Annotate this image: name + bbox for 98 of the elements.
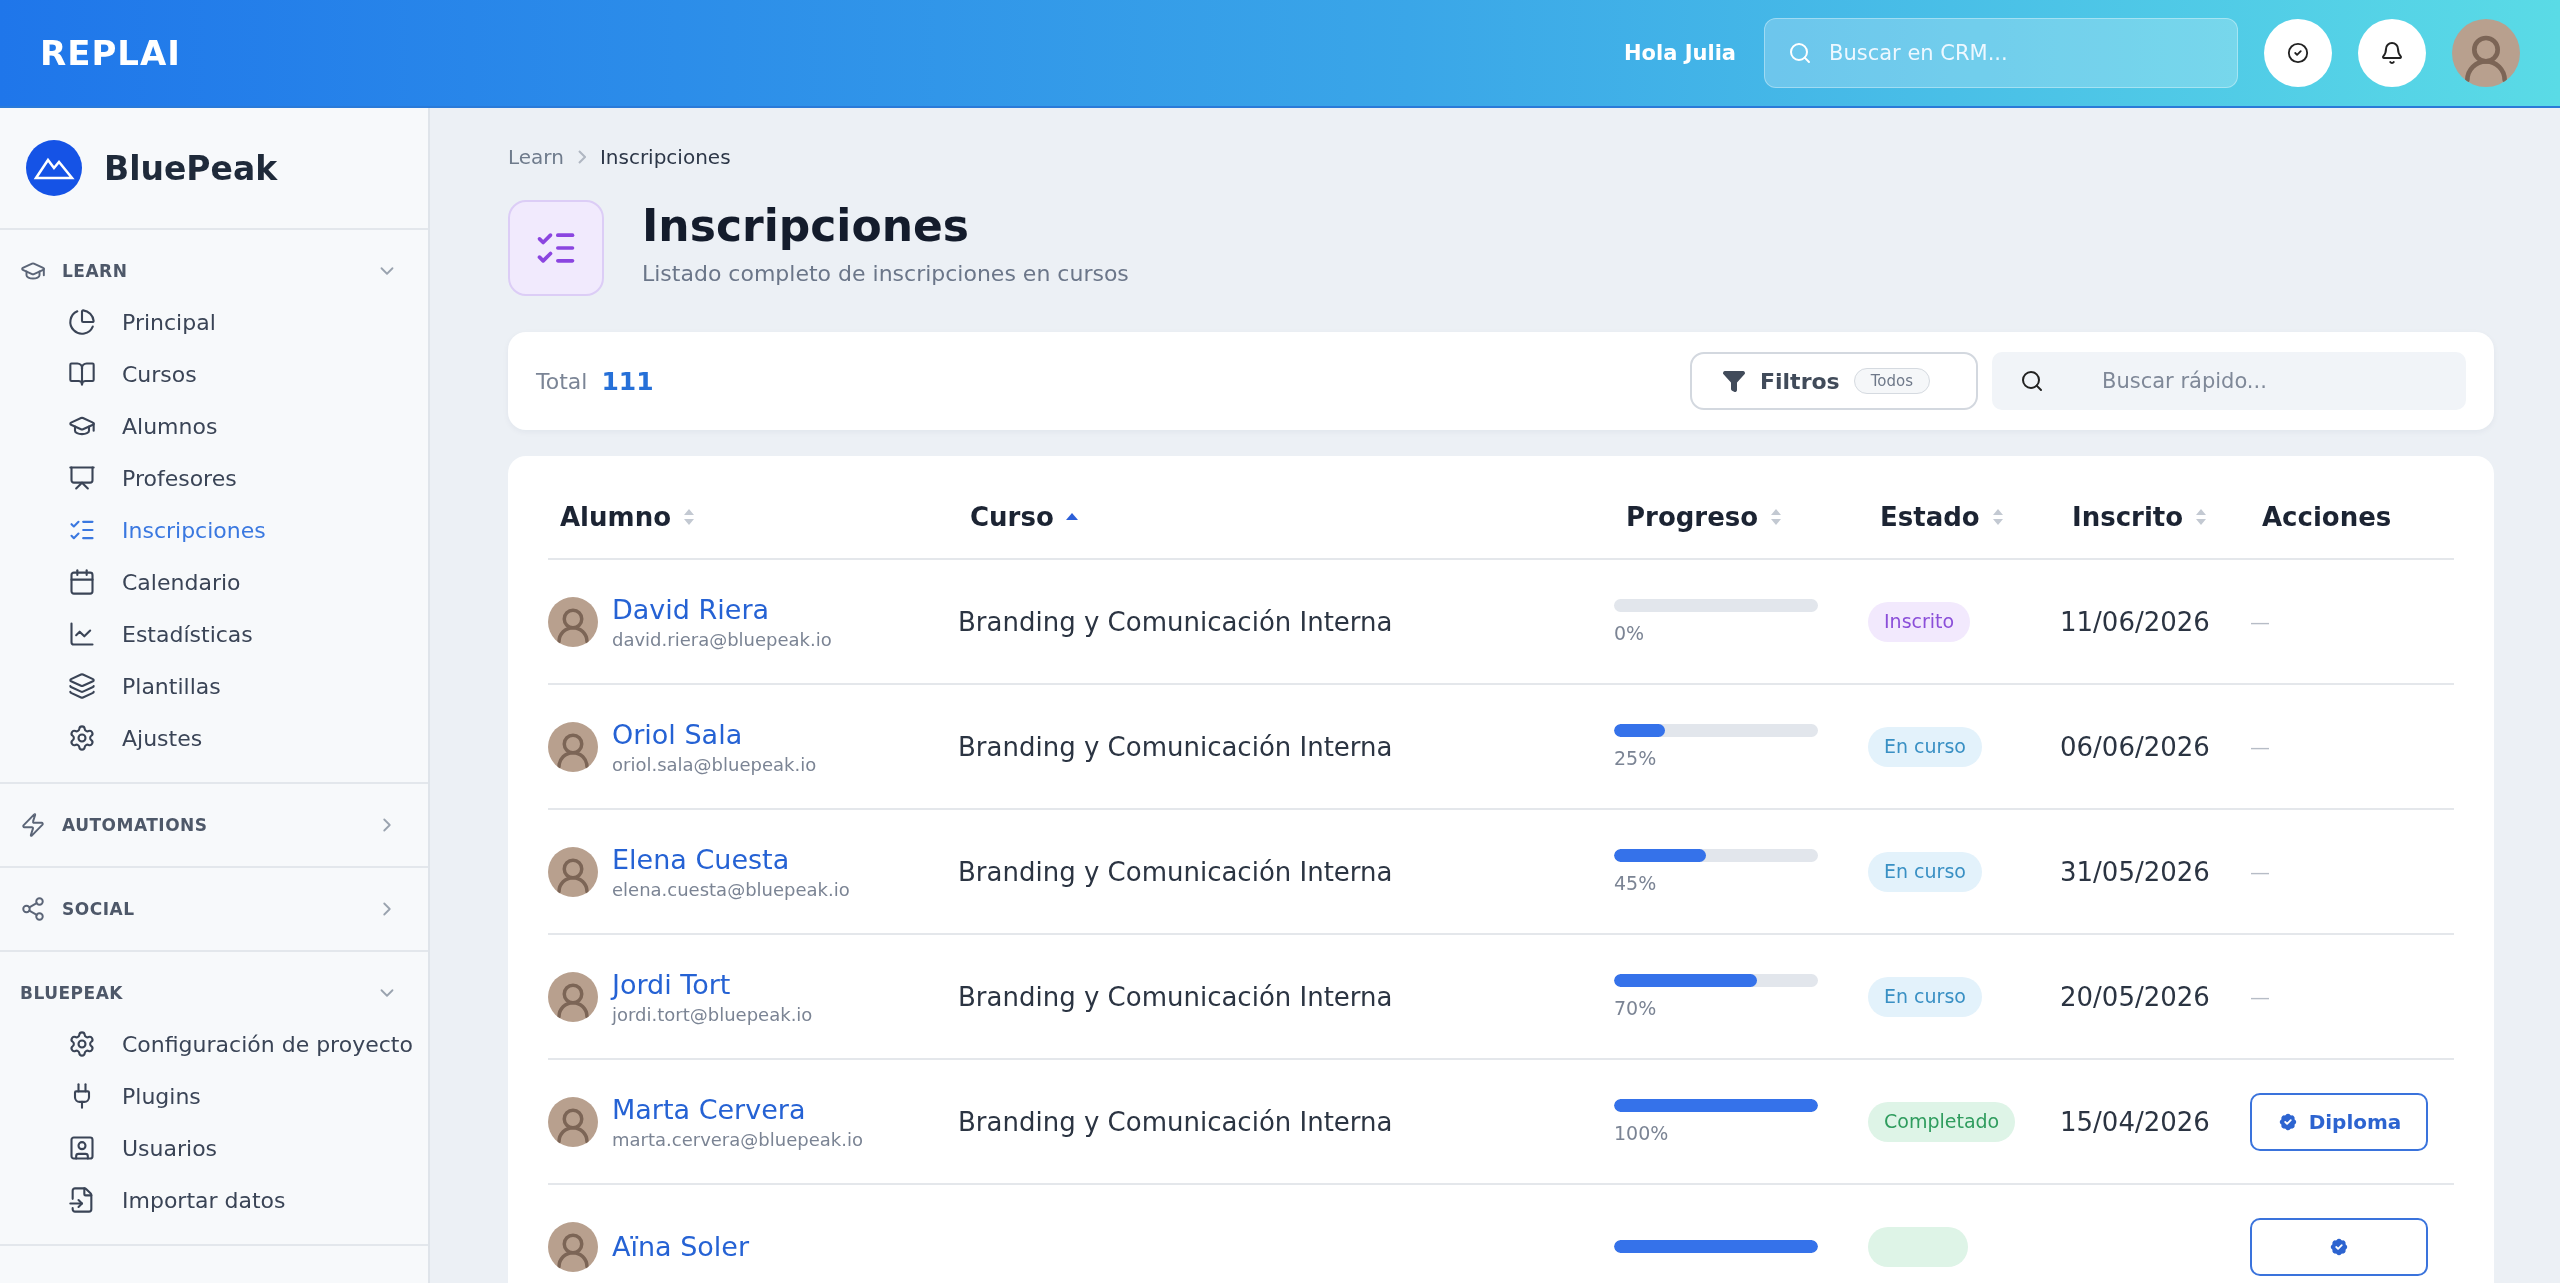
section-title[interactable]: AUTOMATIONS bbox=[62, 815, 360, 835]
sidebar-item[interactable]: Ajustes bbox=[0, 712, 428, 764]
avatar bbox=[548, 1096, 598, 1147]
check-circle-icon bbox=[2287, 42, 2309, 64]
sidebar-item[interactable]: Alumnos bbox=[0, 400, 428, 452]
pie-chart-icon bbox=[68, 308, 96, 336]
filter-icon bbox=[1722, 369, 1746, 393]
greeting: Hola Julia bbox=[1624, 41, 1736, 65]
no-action: — bbox=[2250, 984, 2270, 1009]
presentation-icon bbox=[68, 464, 96, 492]
avatar bbox=[548, 596, 598, 647]
student-name[interactable]: Elena Cuesta bbox=[612, 843, 850, 875]
quick-search-field[interactable]: Buscar rápido... bbox=[1992, 352, 2466, 410]
progress-percent: 25% bbox=[1614, 747, 1658, 769]
progress-percent: 100% bbox=[1614, 1122, 1670, 1144]
sidebar-item[interactable]: Usuarios bbox=[0, 1122, 428, 1174]
layers-icon bbox=[68, 672, 96, 700]
enrolled-date: 11/06/2026 bbox=[2060, 606, 2210, 637]
column-header[interactable]: Alumno bbox=[560, 502, 671, 532]
student-email: marta.cervera@bluepeak.io bbox=[612, 1128, 863, 1150]
column-header[interactable]: Inscrito bbox=[2072, 502, 2184, 532]
progress-percent: 45% bbox=[1614, 872, 1658, 894]
section-title[interactable]: LEARN bbox=[62, 261, 360, 281]
column-header[interactable]: Acciones bbox=[2262, 502, 2392, 532]
enrolled-date: 15/04/2026 bbox=[2060, 1106, 2210, 1137]
sidebar-item[interactable]: Inscripciones bbox=[0, 504, 428, 556]
breadcrumb-current: Inscripciones bbox=[599, 145, 731, 169]
enrolled-date: 20/05/2026 bbox=[2060, 981, 2210, 1012]
student-name[interactable]: Oriol Sala bbox=[612, 718, 817, 750]
status-badge: En curso bbox=[1868, 976, 1982, 1017]
sidebar-item[interactable]: Principal bbox=[0, 296, 428, 348]
student-email: david.riera@bluepeak.io bbox=[612, 628, 832, 650]
share-icon bbox=[20, 896, 46, 922]
settings-icon bbox=[68, 1030, 96, 1058]
settings-icon bbox=[68, 724, 96, 752]
app-logo: REPLAI bbox=[40, 33, 182, 73]
sidebar-item[interactable]: Plugins bbox=[0, 1070, 428, 1122]
status-badge: Inscrito bbox=[1868, 601, 1971, 642]
avatar bbox=[548, 1221, 598, 1272]
student-email: oriol.sala@bluepeak.io bbox=[612, 753, 817, 775]
bell-icon bbox=[2380, 41, 2404, 65]
no-action: — bbox=[2250, 734, 2270, 759]
status-badge: En curso bbox=[1868, 851, 1982, 892]
total-label: Total bbox=[536, 368, 588, 394]
sidebar-item[interactable]: Estadísticas bbox=[0, 608, 428, 660]
checklist-icon bbox=[508, 200, 604, 296]
enrolled-date: 31/05/2026 bbox=[2060, 856, 2210, 887]
book-icon bbox=[68, 360, 96, 388]
badge-icon bbox=[2276, 1110, 2299, 1133]
student-name[interactable]: David Riera bbox=[612, 593, 832, 625]
enrolled-date: 06/06/2026 bbox=[2060, 731, 2210, 762]
avatar bbox=[548, 971, 598, 1022]
course-name: Branding y Comunicación Interna bbox=[958, 981, 1393, 1012]
total-count: 111 bbox=[601, 366, 655, 396]
calendar-icon bbox=[68, 568, 96, 596]
progress-percent: 0% bbox=[1614, 622, 1646, 644]
diploma-button[interactable]: Diploma bbox=[2250, 1092, 2428, 1151]
chevron-right-icon bbox=[577, 150, 586, 164]
mountain-logo-icon bbox=[26, 140, 82, 196]
column-header[interactable]: Progreso bbox=[1626, 502, 1759, 532]
badge-icon bbox=[2328, 1235, 2350, 1258]
course-name: Branding y Comunicación Interna bbox=[958, 856, 1393, 887]
student-name[interactable]: Jordi Tort bbox=[612, 968, 813, 1000]
breadcrumb-link[interactable]: Learn bbox=[508, 145, 564, 169]
sidebar-item[interactable]: Configuración de proyecto bbox=[0, 1018, 428, 1070]
student-name[interactable]: Marta Cervera bbox=[612, 1093, 863, 1125]
progress-percent: 70% bbox=[1614, 997, 1658, 1019]
avatar bbox=[548, 846, 598, 897]
column-header[interactable]: Estado bbox=[1880, 502, 1980, 532]
filter-button[interactable]: Filtros Todos bbox=[1690, 352, 1978, 410]
sidebar-item[interactable]: Importar datos bbox=[0, 1174, 428, 1226]
no-action: — bbox=[2250, 859, 2270, 884]
section-title[interactable]: SOCIAL bbox=[62, 899, 360, 919]
course-name: Branding y Comunicación Interna bbox=[958, 606, 1393, 637]
avatar bbox=[548, 721, 598, 772]
sidebar-item[interactable]: Profesores bbox=[0, 452, 428, 504]
course-name: Branding y Comunicación Interna bbox=[958, 731, 1393, 762]
lightning-icon bbox=[20, 812, 46, 838]
course-name: Branding y Comunicación Interna bbox=[958, 1106, 1393, 1137]
status-badge: Completado bbox=[1868, 1101, 2016, 1142]
sidebar-item[interactable]: Cursos bbox=[0, 348, 428, 400]
sidebar-item[interactable]: Calendario bbox=[0, 556, 428, 608]
filter-badge: Todos bbox=[1853, 368, 1930, 394]
sidebar-item[interactable]: Plantillas bbox=[0, 660, 428, 712]
page-subtitle: Listado completo de inscripciones en cursos bbox=[642, 261, 1129, 286]
student-name[interactable]: Aïna Soler bbox=[612, 1231, 750, 1262]
student-email: jordi.tort@bluepeak.io bbox=[612, 1003, 813, 1025]
student-email: elena.cuesta@bluepeak.io bbox=[612, 878, 850, 900]
column-header[interactable]: Curso bbox=[970, 502, 1054, 532]
section-title[interactable]: BLUEPEAK bbox=[20, 983, 360, 1003]
status-badge: En curso bbox=[1868, 726, 1982, 767]
page-title: Inscripciones bbox=[642, 200, 970, 251]
line-chart-icon bbox=[68, 620, 96, 648]
search-icon bbox=[1788, 41, 1812, 65]
no-action: — bbox=[2250, 609, 2270, 634]
diploma-button[interactable] bbox=[2250, 1217, 2428, 1276]
user-icon bbox=[68, 1134, 96, 1162]
brand-name: BluePeak bbox=[104, 148, 278, 188]
